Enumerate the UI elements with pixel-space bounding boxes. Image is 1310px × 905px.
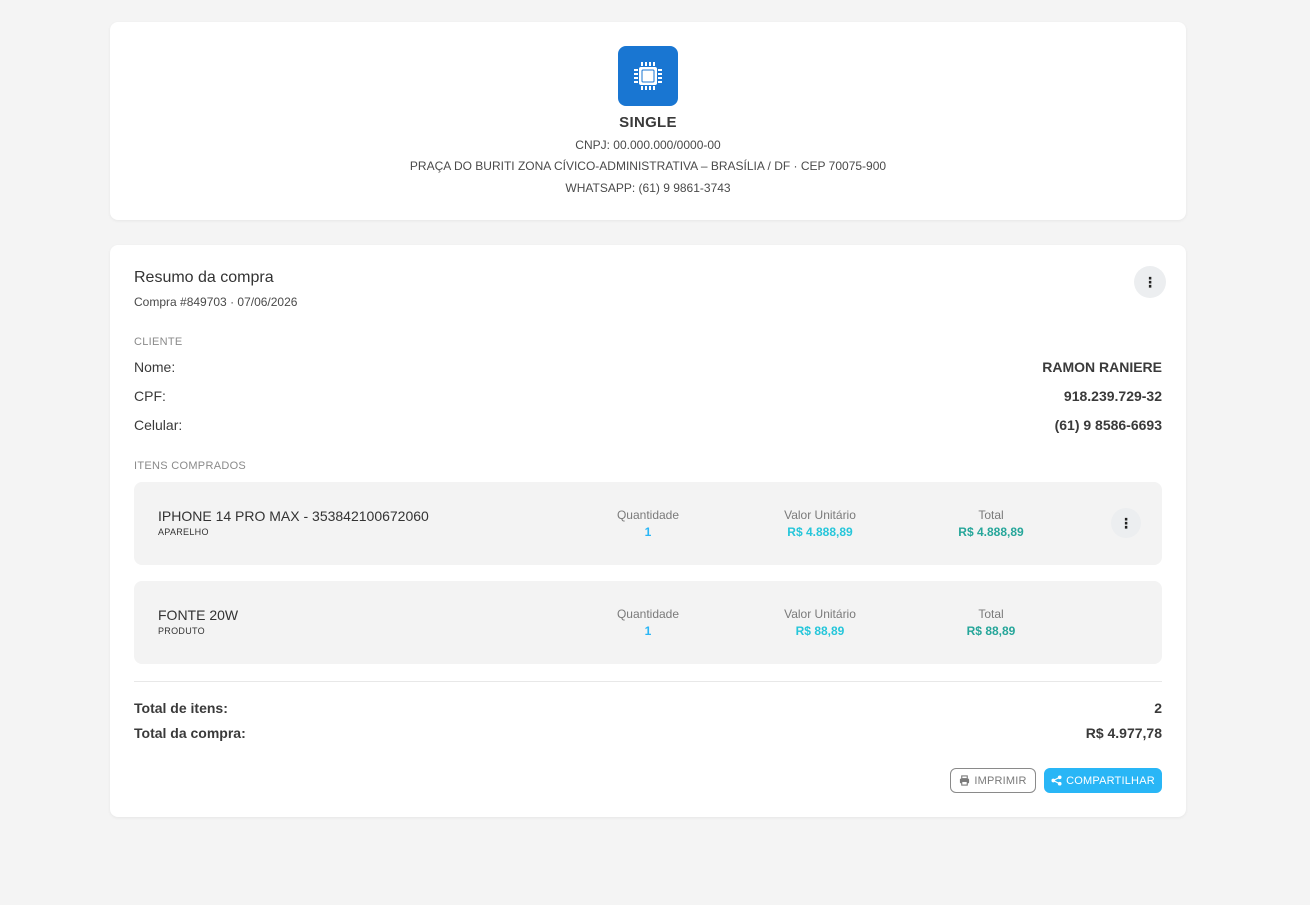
total-value: R$ 4.888,89 <box>958 525 1024 539</box>
unit-price-header: Valor Unitário <box>784 508 856 522</box>
items-section-label: ITENS COMPRADOS <box>134 460 247 472</box>
purchase-summary-card: Resumo da compra Compra #849703 · 07/06/… <box>110 245 1186 817</box>
share-icon <box>1051 775 1062 786</box>
quantity-value: 1 <box>644 624 652 638</box>
client-section-label: CLIENTE <box>134 336 183 348</box>
chip-icon <box>634 62 662 90</box>
total-value: R$ 88,89 <box>966 624 1016 638</box>
totals-divider <box>134 681 1162 682</box>
item-menu-button[interactable]: ⋮ <box>1111 508 1141 538</box>
print-label: IMPRIMIR <box>974 774 1027 787</box>
item-name: FONTE 20W <box>158 607 239 623</box>
client-name-label: Nome: <box>134 359 176 375</box>
total-items-value: 2 <box>1154 700 1162 716</box>
total-items-label: Total de itens: <box>134 700 228 716</box>
total-purchase-row: Total da compra: R$ 4.977,78 <box>134 725 1162 741</box>
client-phone-label: Celular: <box>134 417 183 433</box>
printer-icon <box>960 775 970 786</box>
item-total: Total R$ 88,89 <box>916 607 1066 638</box>
unit-price-header: Valor Unitário <box>784 607 856 621</box>
total-purchase-value: R$ 4.977,78 <box>1085 725 1162 741</box>
quantity-header: Quantidade <box>616 607 680 621</box>
store-cnpj: CNPJ: 00.000.000/0000-00 <box>575 138 721 152</box>
store-logo <box>618 46 678 106</box>
list-item: FONTE 20W PRODUTO Quantidade 1 Valor Uni… <box>134 581 1162 664</box>
more-vert-icon: ⋮ <box>1143 273 1157 290</box>
store-address: PRAÇA DO BURITI ZONA CÍVICO-ADMINISTRATI… <box>409 159 887 173</box>
total-header: Total <box>978 607 1004 621</box>
unit-price-value: R$ 4.888,89 <box>787 525 853 539</box>
share-label: COMPARTILHAR <box>1066 774 1155 787</box>
client-name-row: Nome: RAMON RANIERE <box>134 359 1162 375</box>
store-name: SINGLE <box>619 114 677 131</box>
client-cpf-value: 918.239.729-32 <box>1063 388 1162 404</box>
item-quantity: Quantidade 1 <box>573 607 723 638</box>
store-whatsapp: WHATSAPP: (61) 9 9861-3743 <box>565 181 731 195</box>
client-phone-value: (61) 9 8586-6693 <box>1054 417 1162 433</box>
summary-menu-button[interactable]: ⋮ <box>1134 266 1166 298</box>
total-purchase-label: Total da compra: <box>134 725 246 741</box>
client-name-value: RAMON RANIERE <box>1042 359 1162 375</box>
item-type: APARELHO <box>158 527 209 537</box>
unit-price-value: R$ 88,89 <box>795 624 845 638</box>
summary-subtitle: Compra #849703 · 07/06/2026 <box>134 295 298 309</box>
item-unit-price: Valor Unitário R$ 4.888,89 <box>745 508 895 539</box>
quantity-value: 1 <box>644 525 652 539</box>
item-name: IPHONE 14 PRO MAX - 353842100672060 <box>158 508 429 524</box>
store-header-card: SINGLE CNPJ: 00.000.000/0000-00 PRAÇA DO… <box>110 22 1186 220</box>
item-unit-price: Valor Unitário R$ 88,89 <box>745 607 895 638</box>
print-button[interactable]: IMPRIMIR <box>950 768 1036 793</box>
total-header: Total <box>978 508 1004 522</box>
share-button[interactable]: COMPARTILHAR <box>1044 768 1162 793</box>
client-phone-row: Celular: (61) 9 8586-6693 <box>134 417 1162 433</box>
more-vert-icon: ⋮ <box>1119 514 1133 531</box>
item-total: Total R$ 4.888,89 <box>916 508 1066 539</box>
total-items-row: Total de itens: 2 <box>134 700 1162 716</box>
client-cpf-row: CPF: 918.239.729-32 <box>134 388 1162 404</box>
item-quantity: Quantidade 1 <box>573 508 723 539</box>
summary-title: Resumo da compra <box>134 269 274 286</box>
list-item: IPHONE 14 PRO MAX - 353842100672060 APAR… <box>134 482 1162 565</box>
item-type: PRODUTO <box>158 626 205 636</box>
quantity-header: Quantidade <box>616 508 680 522</box>
client-cpf-label: CPF: <box>134 388 166 404</box>
